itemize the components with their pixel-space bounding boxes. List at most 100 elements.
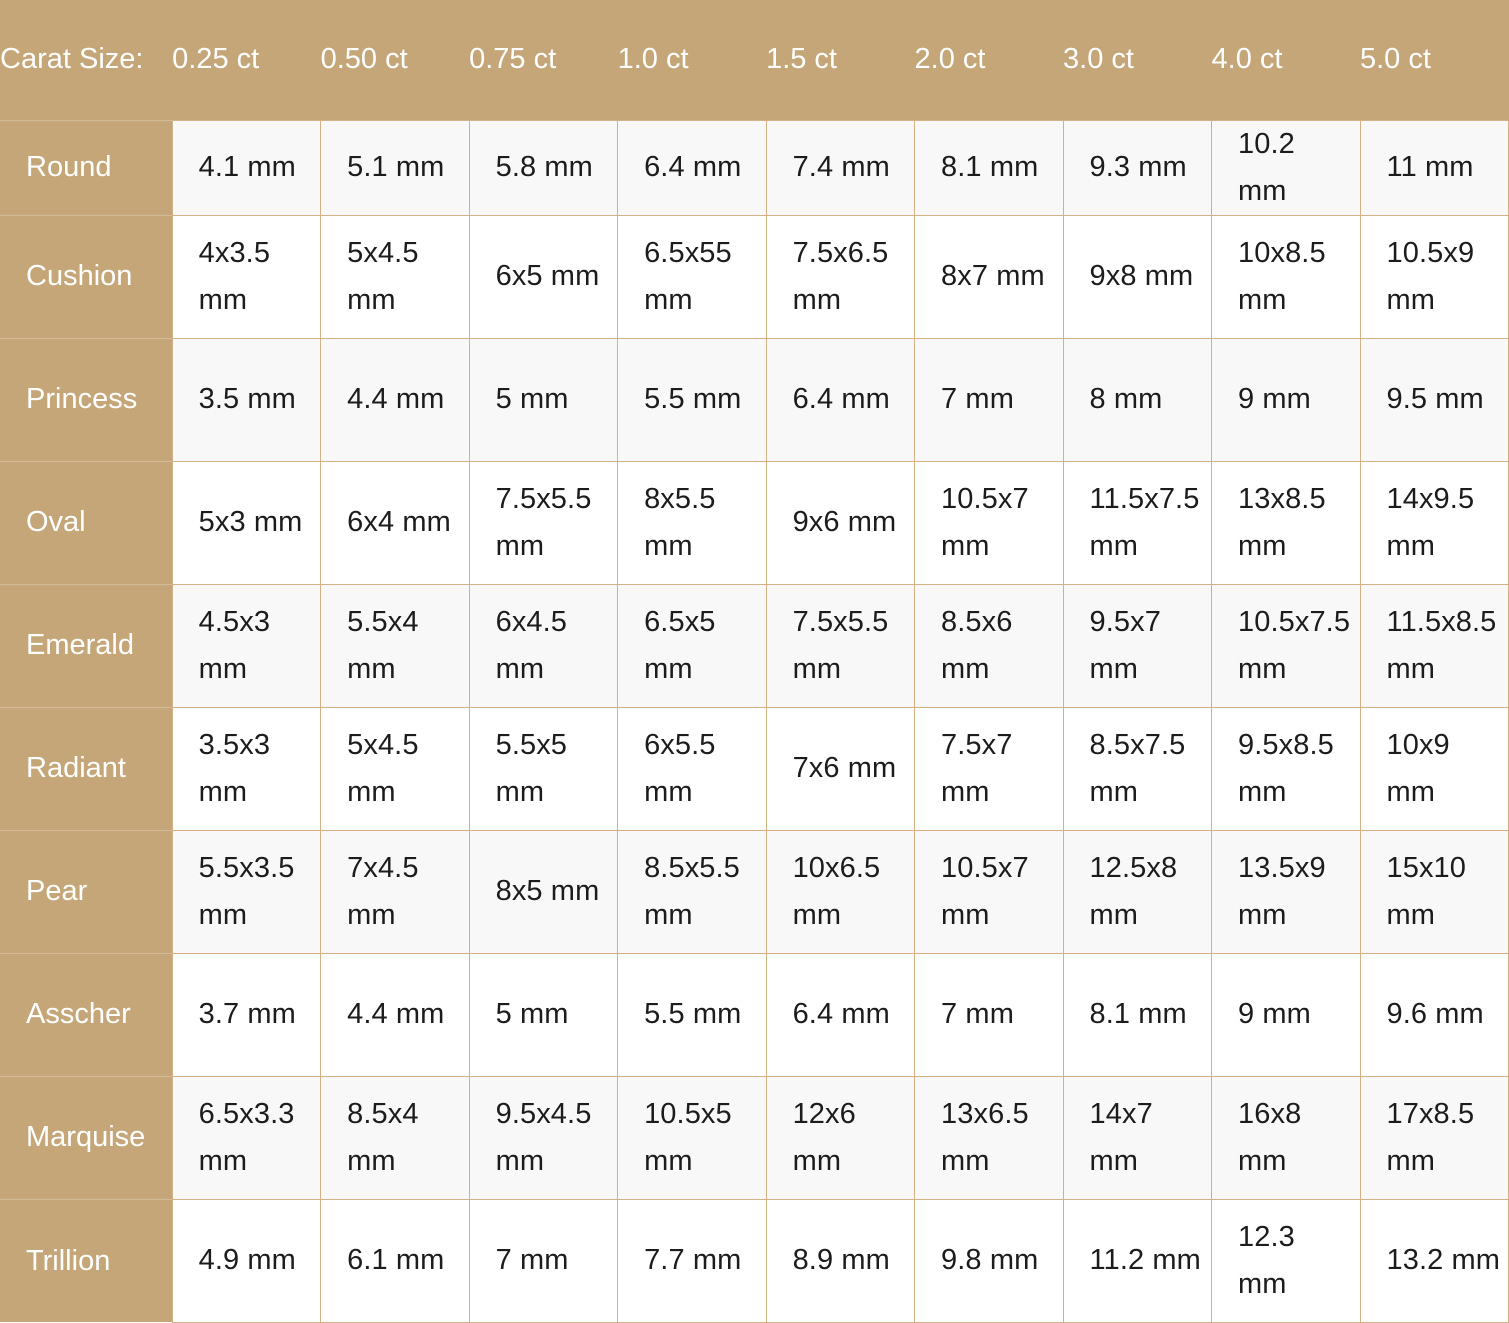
cell-value: 12.3 mm: [1238, 1220, 1295, 1300]
cell-radiant-0-50ct: 5x4.5 mm: [320, 706, 470, 831]
cell-value: 9.5x4.5 mm: [495, 1097, 592, 1177]
cell-value: 6.5x3.3 mm: [198, 1097, 295, 1177]
cell-round-1-5ct: 7.4 mm: [765, 120, 916, 216]
cell-value: 7.5x7 mm: [941, 728, 1013, 808]
cell-round-4-0ct: 10.2 mm: [1211, 120, 1361, 216]
cell-cushion-0-25ct: 4x3.5 mm: [171, 214, 322, 339]
table-header: Carat Size: 0.25 ct 0.50 ct 0.75 ct 1.0 …: [0, 0, 1509, 121]
cell-oval-1-5ct: 9x6 mm: [765, 460, 916, 585]
cell-value: 5x4.5 mm: [347, 236, 419, 316]
cell-value: 3.5x3 mm: [198, 728, 271, 808]
cell-value: 11.2 mm: [1089, 1244, 1201, 1277]
cell-emerald-0-75ct: 6x4.5 mm: [468, 583, 619, 708]
cell-value: 10x6.5 mm: [792, 851, 881, 931]
cell-radiant-1-0ct: 6x5.5 mm: [617, 706, 767, 831]
cell-value: 8x7 mm: [941, 260, 1045, 293]
cell-value: 6x5 mm: [495, 260, 600, 293]
cell-value: 8.9 mm: [792, 1244, 890, 1277]
cell-radiant-4-0ct: 9.5x8.5 mm: [1211, 706, 1361, 831]
cell-value: 11.5x8.5 mm: [1386, 605, 1497, 685]
cell-value: 8.1 mm: [1089, 998, 1187, 1031]
cell-value: 10.5x7 mm: [941, 851, 1029, 931]
cell-value: 6.1 mm: [347, 1244, 445, 1277]
row-header-asscher: Asscher: [0, 952, 173, 1077]
cell-value: 5.5x4 mm: [347, 605, 419, 685]
cell-marquise-1-5ct: 12x6 mm: [765, 1075, 916, 1200]
table-row-asscher: Asscher 3.7 mm 4.4 mm 5 mm 5.5 mm 6.4 mm…: [0, 952, 1509, 1077]
cell-value: 8.5x4 mm: [347, 1097, 419, 1177]
cell-round-3-0ct: 9.3 mm: [1062, 120, 1213, 216]
cell-asscher-0-75ct: 5 mm: [468, 952, 619, 1077]
cell-trillion-1-5ct: 8.9 mm: [765, 1198, 916, 1323]
cell-radiant-0-25ct: 3.5x3 mm: [171, 706, 322, 831]
cell-radiant-5-0ct: 10x9 mm: [1359, 706, 1509, 831]
cell-trillion-2-0ct: 9.8 mm: [914, 1198, 1064, 1323]
cell-emerald-0-25ct: 4.5x3 mm: [171, 583, 322, 708]
cell-value: 10.5x5 mm: [644, 1097, 732, 1177]
table-row-pear: Pear 5.5x3.5 mm 7x4.5 mm 8x5 mm 8.5x5.5 …: [0, 829, 1509, 954]
table-row-oval: Oval 5x3 mm 6x4 mm 7.5x5.5 mm 8x5.5 mm 9…: [0, 460, 1509, 585]
cell-value: 3.5 mm: [198, 383, 296, 416]
cell-value: 4.4 mm: [347, 383, 445, 416]
cell-value: 7 mm: [495, 1244, 569, 1277]
cell-value: 10x9 mm: [1386, 728, 1450, 808]
cell-pear-0-50ct: 7x4.5 mm: [320, 829, 470, 954]
cell-value: 5x4.5 mm: [347, 728, 419, 808]
cell-round-0-50ct: 5.1 mm: [320, 120, 470, 216]
cell-value: 14x9.5 mm: [1386, 482, 1475, 562]
cell-value: 5.8 mm: [495, 151, 593, 184]
cell-cushion-4-0ct: 10x8.5 mm: [1211, 214, 1361, 339]
column-header-1-5ct: 1.5 ct: [766, 0, 915, 121]
cell-value: 8 mm: [1089, 383, 1163, 416]
cell-value: 8x5 mm: [495, 875, 600, 908]
cell-marquise-0-50ct: 8.5x4 mm: [320, 1075, 470, 1200]
cell-round-1-0ct: 6.4 mm: [617, 120, 767, 216]
cell-cushion-3-0ct: 9x8 mm: [1062, 214, 1213, 339]
cell-round-5-0ct: 11 mm: [1359, 120, 1509, 216]
cell-trillion-4-0ct: 12.3 mm: [1211, 1198, 1361, 1323]
cell-value: 10x8.5 mm: [1238, 236, 1326, 316]
cell-value: 13x8.5 mm: [1238, 482, 1326, 562]
cell-cushion-1-5ct: 7.5x6.5 mm: [765, 214, 916, 339]
cell-princess-1-0ct: 5.5 mm: [617, 337, 767, 462]
cell-princess-3-0ct: 8 mm: [1062, 337, 1213, 462]
cell-asscher-3-0ct: 8.1 mm: [1062, 952, 1213, 1077]
cell-value: 6x4.5 mm: [495, 605, 568, 685]
cell-value: 13x6.5 mm: [941, 1097, 1029, 1177]
cell-value: 7x6 mm: [792, 752, 897, 785]
cell-value: 5.1 mm: [347, 151, 445, 184]
cell-princess-0-75ct: 5 mm: [468, 337, 619, 462]
column-header-1-0ct: 1.0 ct: [617, 0, 767, 121]
cell-value: 4.9 mm: [198, 1244, 296, 1277]
cell-value: 7.5x5.5 mm: [495, 482, 592, 562]
cell-asscher-4-0ct: 9 mm: [1211, 952, 1361, 1077]
cell-oval-5-0ct: 14x9.5 mm: [1359, 460, 1509, 585]
cell-value: 7.7 mm: [644, 1244, 742, 1277]
row-header-princess: Princess: [0, 337, 173, 462]
cell-value: 6.4 mm: [792, 383, 890, 416]
cell-marquise-0-75ct: 9.5x4.5 mm: [468, 1075, 619, 1200]
cell-value: 4.5x3 mm: [198, 605, 271, 685]
cell-emerald-1-5ct: 7.5x5.5 mm: [765, 583, 916, 708]
cell-round-0-25ct: 4.1 mm: [171, 120, 322, 216]
table-row-round: Round 4.1 mm 5.1 mm 5.8 mm 6.4 mm 7.4 mm…: [0, 120, 1509, 216]
cell-value: 5.5x3.5 mm: [198, 851, 295, 931]
cell-princess-2-0ct: 7 mm: [914, 337, 1064, 462]
cell-value: 9.5 mm: [1386, 383, 1484, 416]
cell-oval-3-0ct: 11.5x7.5 mm: [1062, 460, 1213, 585]
cell-value: 6x5.5 mm: [644, 728, 716, 808]
cell-round-0-75ct: 5.8 mm: [468, 120, 619, 216]
row-header-trillion: Trillion: [0, 1198, 173, 1323]
table-row-cushion: Cushion 4x3.5 mm 5x4.5 mm 6x5 mm 6.5x55 …: [0, 214, 1509, 339]
header-row: Carat Size: 0.25 ct 0.50 ct 0.75 ct 1.0 …: [0, 0, 1509, 121]
cell-value: 6.5x5 mm: [644, 605, 716, 685]
cell-value: 9.5x8.5 mm: [1238, 728, 1334, 808]
cell-asscher-1-0ct: 5.5 mm: [617, 952, 767, 1077]
cell-value: 6x4 mm: [347, 506, 451, 539]
cell-value: 7.4 mm: [792, 151, 890, 184]
cell-value: 6.4 mm: [792, 998, 890, 1031]
cell-marquise-0-25ct: 6.5x3.3 mm: [171, 1075, 322, 1200]
column-header-0-75ct: 0.75 ct: [469, 0, 618, 121]
cell-value: 9x8 mm: [1089, 260, 1194, 293]
cell-trillion-0-75ct: 7 mm: [468, 1198, 619, 1323]
